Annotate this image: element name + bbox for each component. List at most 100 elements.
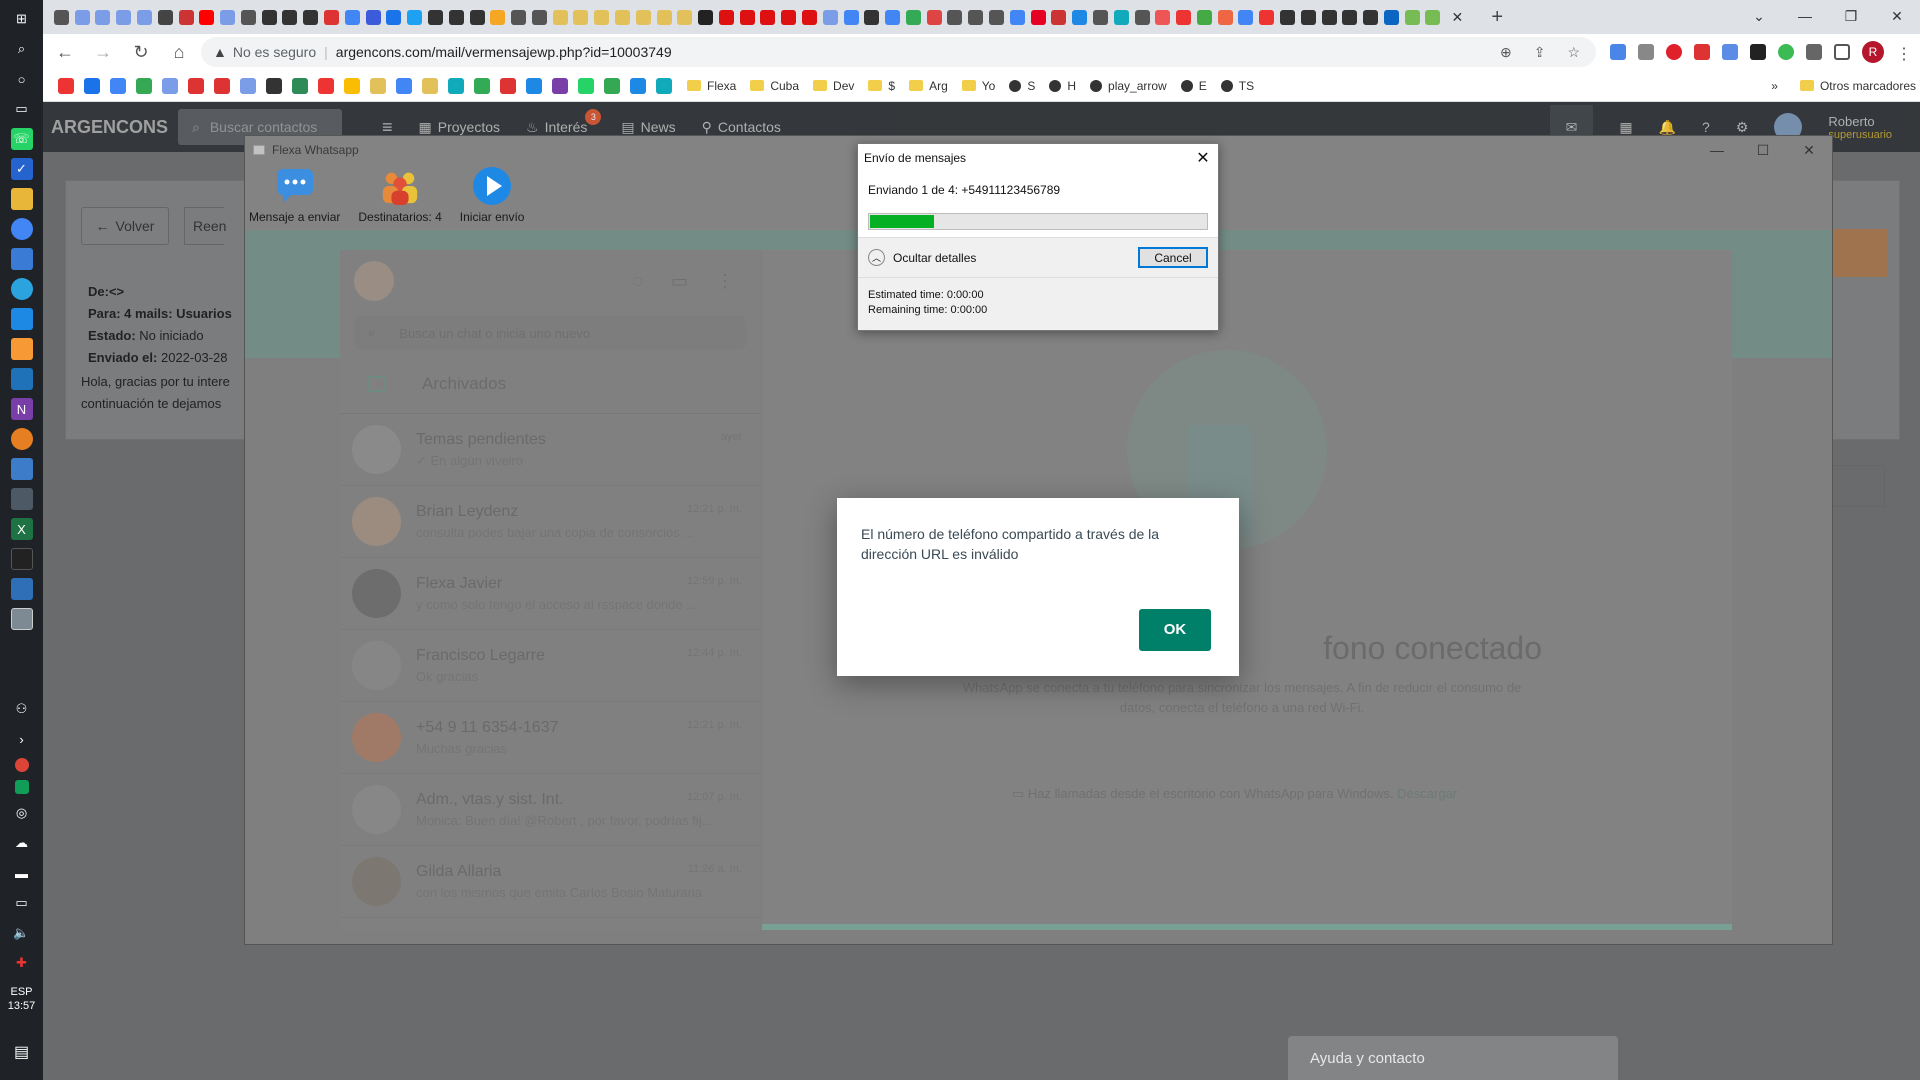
start-icon[interactable]: ⊞ <box>11 8 33 30</box>
bookmark-favicon-icon[interactable] <box>240 77 256 94</box>
chat-search-input[interactable]: ⌕ Busca un chat o inicia uno nuevo <box>354 316 746 350</box>
photos-app-icon[interactable] <box>10 578 33 600</box>
green-extension-icon[interactable] <box>1778 44 1794 60</box>
bookmark-item[interactable]: Dev <box>813 79 854 93</box>
tab-favicon-icon[interactable] <box>261 9 277 25</box>
bookmark-favicon-icon[interactable] <box>266 77 282 94</box>
tab-favicon-icon[interactable] <box>614 9 630 25</box>
status-icon[interactable]: ◌ <box>632 271 643 292</box>
recipients-button[interactable]: Destinatarios: 4 <box>358 164 442 230</box>
bookmark-favicon-icon[interactable] <box>344 77 360 94</box>
tab-favicon-icon[interactable] <box>1113 9 1129 25</box>
onenote-app-icon[interactable]: N <box>10 398 33 420</box>
archived-chats[interactable]: Archivados <box>340 354 760 414</box>
notifications-icon[interactable]: ▤ <box>14 1042 29 1062</box>
tab-favicon-icon[interactable] <box>926 9 942 25</box>
volume-tray-icon[interactable]: 🔈 <box>11 922 33 944</box>
zoom-icon[interactable]: ⊕ <box>1500 44 1512 61</box>
bookmark-favicon-icon[interactable] <box>396 77 412 94</box>
tab-favicon-icon[interactable] <box>95 9 111 25</box>
tab-favicon-icon[interactable] <box>199 9 215 25</box>
warning-icon[interactable]: ▲ <box>213 44 227 60</box>
tab-favicon-icon[interactable] <box>137 9 153 25</box>
tab-favicon-icon[interactable] <box>448 9 464 25</box>
argencons-logo[interactable]: ARGENCONS <box>51 117 168 138</box>
calculator-app-icon[interactable] <box>10 488 33 510</box>
orange-app-icon[interactable] <box>10 428 33 450</box>
menu-dots-icon[interactable]: ⋮ <box>716 271 734 292</box>
bookmark-item[interactable]: TS <box>1220 79 1254 93</box>
nav-news[interactable]: ▤ News <box>621 119 675 136</box>
people-icon[interactable]: ⚇ <box>11 698 33 720</box>
tab-favicon-icon[interactable] <box>1009 9 1025 25</box>
calendar-icon[interactable]: ▦ <box>1619 119 1632 136</box>
tab-favicon-icon[interactable] <box>511 9 527 25</box>
nav-interest[interactable]: ♨ Interés 3 <box>526 109 609 136</box>
language-indicator[interactable]: ESP <box>10 986 32 998</box>
restore-icon[interactable]: ❐ <box>1828 0 1874 32</box>
remote-desktop-app-icon[interactable] <box>10 248 33 270</box>
help-icon[interactable]: ? <box>1702 119 1710 135</box>
tab-favicon-icon[interactable] <box>240 9 256 25</box>
bookmark-item[interactable]: Arg <box>909 79 948 93</box>
bookmark-item[interactable]: Flexa <box>687 79 736 93</box>
tab-favicon-icon[interactable] <box>1259 9 1275 25</box>
ok-button[interactable]: OK <box>1139 609 1211 651</box>
bookmark-favicon-icon[interactable] <box>656 77 672 94</box>
tab-favicon-icon[interactable] <box>365 9 381 25</box>
tab-favicon-icon[interactable] <box>698 9 714 25</box>
chrome-app-icon[interactable] <box>10 218 33 240</box>
mail-app-icon[interactable] <box>10 308 33 330</box>
my-avatar[interactable] <box>354 261 394 301</box>
network-tray-icon[interactable]: ▭ <box>11 892 33 914</box>
bookmark-favicon-icon[interactable] <box>578 77 594 94</box>
close-icon[interactable]: ✕ <box>1874 0 1920 32</box>
download-link[interactable]: Descargar <box>1397 786 1457 801</box>
bookmark-item[interactable]: H <box>1049 79 1076 93</box>
excel-app-icon[interactable]: X <box>10 518 33 540</box>
explorer-app-icon[interactable] <box>10 188 33 210</box>
resend-button[interactable]: Reen <box>184 207 226 245</box>
tab-favicon-icon[interactable] <box>1092 9 1108 25</box>
puzzle-extensions-icon[interactable] <box>1806 44 1822 60</box>
bookmark-favicon-icon[interactable] <box>214 77 230 94</box>
gear-icon[interactable]: ⚙ <box>1736 119 1749 136</box>
translate-extension-icon[interactable] <box>1610 44 1626 60</box>
task-view-icon[interactable]: ▭ <box>11 98 33 120</box>
other-bookmarks-folder[interactable]: Otros marcadores <box>1799 79 1916 93</box>
url-bar[interactable]: ▲ No es seguro | argencons.com/mail/verm… <box>201 37 1596 67</box>
bookmark-item[interactable]: S <box>1009 79 1035 93</box>
tab-favicon-icon[interactable] <box>1300 9 1316 25</box>
tab-favicon-icon[interactable] <box>490 9 506 25</box>
search-icon[interactable]: ⌕ <box>11 38 33 60</box>
chevron-right-icon[interactable]: › <box>11 728 33 750</box>
battery-tray-icon[interactable]: ▬ <box>11 862 33 884</box>
docs-extension-icon[interactable] <box>1722 44 1738 60</box>
bookmarks-overflow-button[interactable]: » <box>1771 79 1778 93</box>
bookmark-item[interactable]: play_arrow <box>1090 79 1167 93</box>
tab-favicon-icon[interactable] <box>947 9 963 25</box>
bookmark-favicon-icon[interactable] <box>604 77 620 94</box>
chat-list-item[interactable]: Gilda Allaria 11:26 a. m. con los mismos q… <box>340 846 760 918</box>
tab-favicon-icon[interactable] <box>1342 9 1358 25</box>
bookmark-favicon-icon[interactable] <box>318 77 334 94</box>
tab-favicon-icon[interactable] <box>427 9 443 25</box>
bookmark-favicon-icon[interactable] <box>84 77 100 94</box>
bookmark-item[interactable]: E <box>1180 79 1207 93</box>
tab-favicon-icon[interactable] <box>1051 9 1067 25</box>
chrome-menu-icon[interactable]: ⋮ <box>1896 44 1912 63</box>
sublime-app-icon[interactable] <box>10 338 33 360</box>
cortana-icon[interactable]: ○ <box>11 68 33 90</box>
bookmark-favicon-icon[interactable] <box>500 77 516 94</box>
tab-favicon-icon[interactable] <box>1238 9 1254 25</box>
reload-icon[interactable]: ↻ <box>125 36 157 68</box>
forward-icon[interactable]: → <box>87 36 119 68</box>
nav-contacts[interactable]: ⚲ Contactos <box>702 119 781 136</box>
new-chat-icon[interactable]: ▭ <box>671 271 688 292</box>
bookmark-favicon-icon[interactable] <box>526 77 542 94</box>
bookmark-favicon-icon[interactable] <box>110 77 126 94</box>
maximize-icon[interactable]: ☐ <box>1740 142 1786 159</box>
tab-favicon-icon[interactable] <box>968 9 984 25</box>
tab-favicon-icon[interactable] <box>781 9 797 25</box>
tab-favicon-icon[interactable] <box>718 9 734 25</box>
